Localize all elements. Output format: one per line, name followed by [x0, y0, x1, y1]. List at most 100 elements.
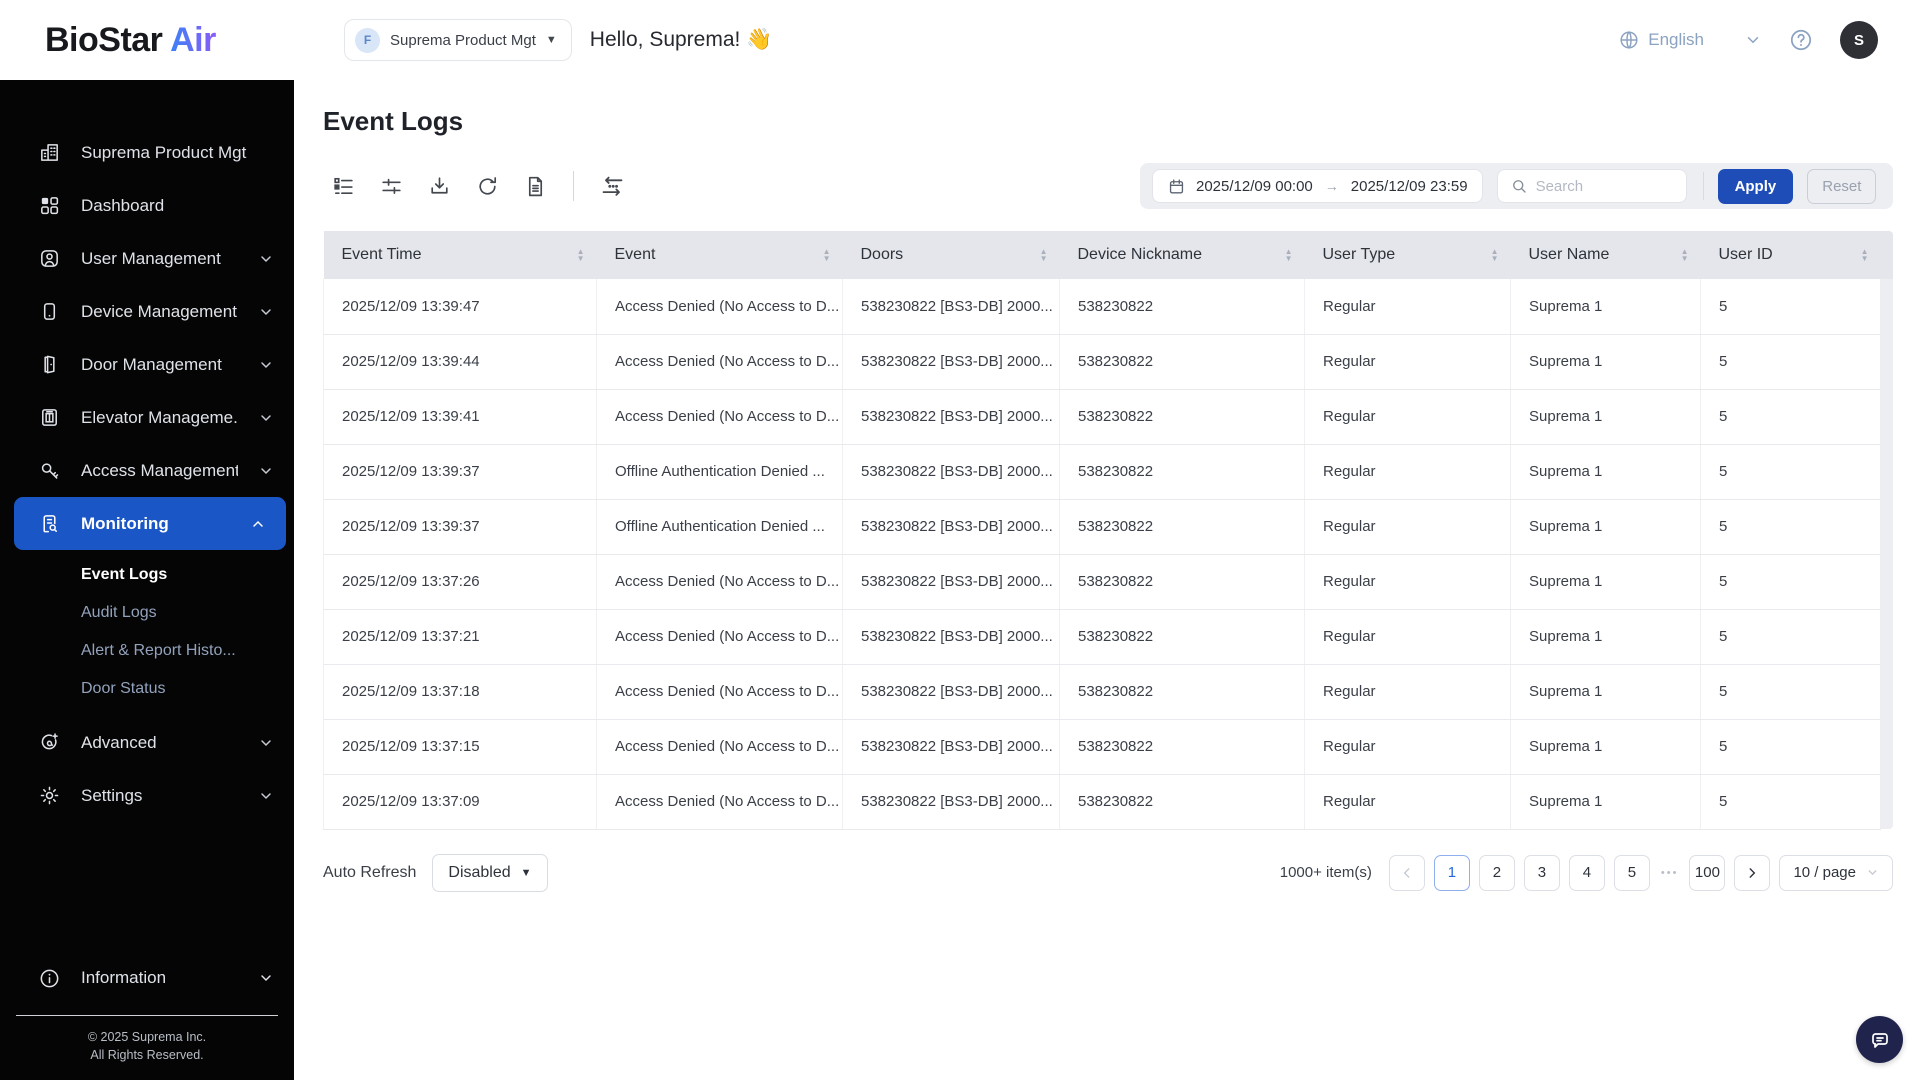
table-cell: 538230822 — [1059, 499, 1305, 555]
apply-button[interactable]: Apply — [1717, 168, 1794, 204]
sidebar-item-device-management[interactable]: Device Management — [0, 285, 294, 338]
monitoring-icon — [38, 512, 61, 535]
sidebar-item-information[interactable]: Information — [0, 952, 294, 1005]
page-button-5[interactable]: 5 — [1613, 854, 1650, 891]
auto-refresh-dropdown[interactable]: Disabled ▼ — [432, 853, 548, 892]
caret-down-icon: ▼ — [545, 34, 557, 46]
table-cell: Suprema 1 — [1510, 444, 1701, 500]
sort-icon[interactable]: ▲ ▼ — [823, 248, 831, 263]
device-icon — [38, 300, 61, 323]
table-cell: Regular — [1304, 664, 1511, 720]
page-button-4[interactable]: 4 — [1568, 854, 1605, 891]
column-settings-icon[interactable] — [323, 166, 363, 206]
table-row[interactable]: 2025/12/09 13:39:37 Offline Authenticatio… — [323, 444, 1881, 500]
next-page-button[interactable] — [1734, 854, 1771, 891]
sidebar-item-label: Monitoring — [81, 513, 169, 533]
table-cell: 5 — [1700, 279, 1881, 335]
chat-button[interactable] — [1856, 1016, 1903, 1063]
table-cell: Suprema 1 — [1510, 279, 1701, 335]
chevron-down-icon — [258, 410, 274, 426]
column-header[interactable]: Device Nickname ▲ ▼ — [1059, 231, 1305, 279]
main-content: Event Logs 2025/12/09 00:00 → 2025/12/09… — [294, 80, 1920, 1080]
sidebar-item-label: Information — [81, 968, 167, 988]
sidebar-item-monitoring[interactable]: Monitoring — [14, 497, 286, 550]
column-header[interactable]: User Name ▲ ▼ — [1510, 231, 1701, 279]
table-row[interactable]: 2025/12/09 13:39:37 Offline Authenticatio… — [323, 499, 1881, 555]
sidebar-item-dashboard[interactable]: Dashboard — [0, 179, 294, 232]
sort-icon[interactable]: ▲ ▼ — [1040, 248, 1048, 263]
table-cell: Access Denied (No Access to D... — [596, 719, 843, 775]
table-cell: 5 — [1700, 719, 1881, 775]
sidebar-item-access-management[interactable]: Access Management — [0, 444, 294, 497]
column-header[interactable]: User Type ▲ ▼ — [1304, 231, 1511, 279]
sort-icon[interactable]: ▲ ▼ — [1285, 248, 1293, 263]
sidebar-item-advanced[interactable]: Advanced — [0, 716, 294, 769]
transfer-icon[interactable] — [592, 166, 632, 206]
chevron-down-icon[interactable] — [1744, 31, 1762, 49]
greeting-text: Hello, Suprema! 👋 — [589, 28, 773, 51]
dashboard-icon — [38, 194, 61, 217]
auto-refresh-label: Auto Refresh — [323, 863, 417, 881]
sidebar-item-user-management[interactable]: User Management — [0, 232, 294, 285]
help-icon[interactable] — [1788, 27, 1814, 53]
pagination-pages: 12345 — [1433, 854, 1650, 891]
filter-icon[interactable] — [371, 166, 411, 206]
table-row[interactable]: 2025/12/09 13:37:15 Access Denied (No Acc… — [323, 719, 1881, 775]
table-cell: Access Denied (No Access to D... — [596, 609, 843, 665]
date-range-picker[interactable]: 2025/12/09 00:00 → 2025/12/09 23:59 — [1152, 169, 1483, 203]
column-header[interactable]: Event ▲ ▼ — [596, 231, 843, 279]
table-row[interactable]: 2025/12/09 13:37:21 Access Denied (No Acc… — [323, 609, 1881, 665]
table-scrollbar[interactable] — [1880, 231, 1893, 829]
column-header[interactable]: Event Time ▲ ▼ — [323, 231, 597, 279]
sort-icon[interactable]: ▲ ▼ — [1861, 248, 1869, 263]
report-icon[interactable] — [515, 166, 555, 206]
table-header-row: Event Time ▲ ▼ Event ▲ ▼ Doors ▲ ▼ Device Nicknam… — [323, 231, 1881, 279]
table-cell: Access Denied (No Access to D... — [596, 279, 843, 335]
event-logs-table: Event Time ▲ ▼ Event ▲ ▼ Doors ▲ ▼ Device Nicknam… — [323, 231, 1893, 830]
submenu-item-door-status[interactable]: Door Status — [0, 670, 294, 708]
table-row[interactable]: 2025/12/09 13:39:47 Access Denied (No Acc… — [323, 279, 1881, 335]
page-button-3[interactable]: 3 — [1523, 854, 1560, 891]
organization-selector[interactable]: F Suprema Product Mgt ▼ — [344, 19, 572, 61]
column-header[interactable]: Doors ▲ ▼ — [842, 231, 1060, 279]
table-cell: 5 — [1700, 499, 1881, 555]
app-logo: BioStar Air — [0, 21, 294, 60]
user-avatar[interactable]: S — [1840, 21, 1878, 59]
table-row[interactable]: 2025/12/09 13:37:18 Access Denied (No Acc… — [323, 664, 1881, 720]
last-page-button[interactable]: 100 — [1689, 854, 1726, 891]
logo-text-primary: BioStar — [45, 20, 163, 59]
sidebar-item-door-management[interactable]: Door Management — [0, 338, 294, 391]
submenu-item-alert-report-history[interactable]: Alert & Report Histo... — [0, 632, 294, 670]
sort-icon[interactable]: ▲ ▼ — [1681, 248, 1689, 263]
search-input[interactable] — [1535, 177, 1656, 195]
table-cell: 538230822 [BS3-DB] 2000... — [842, 774, 1060, 830]
table-cell: Regular — [1304, 389, 1511, 445]
table-row[interactable]: 2025/12/09 13:39:41 Access Denied (No Acc… — [323, 389, 1881, 445]
page-button-2[interactable]: 2 — [1478, 854, 1515, 891]
logo-text-accent: Air — [170, 20, 216, 59]
sort-icon[interactable]: ▲ ▼ — [577, 248, 585, 263]
page-button-1[interactable]: 1 — [1433, 854, 1470, 891]
sort-icon[interactable]: ▲ ▼ — [1491, 248, 1499, 263]
auto-refresh-control: Auto Refresh Disabled ▼ — [323, 853, 548, 892]
pagination-ellipsis[interactable]: ••• — [1659, 867, 1681, 879]
column-header[interactable]: User ID ▲ ▼ — [1700, 231, 1881, 279]
sidebar-item-settings[interactable]: Settings — [0, 769, 294, 822]
column-header-label: Event Time — [341, 246, 422, 263]
sidebar-item-elevator-management[interactable]: Elevator Manageme... — [0, 391, 294, 444]
table-cell: 5 — [1700, 774, 1881, 830]
submenu-item-audit-logs[interactable]: Audit Logs — [0, 594, 294, 632]
refresh-icon[interactable] — [467, 166, 507, 206]
previous-page-button[interactable] — [1388, 854, 1425, 891]
table-row[interactable]: 2025/12/09 13:37:09 Access Denied (No Acc… — [323, 774, 1881, 830]
table-row[interactable]: 2025/12/09 13:39:44 Access Denied (No Acc… — [323, 334, 1881, 390]
table-cell: 538230822 — [1059, 719, 1305, 775]
sidebar-item-suprema-product-mgt[interactable]: Suprema Product Mgt — [0, 126, 294, 179]
submenu-item-event-logs[interactable]: Event Logs — [0, 556, 294, 594]
page-size-selector[interactable]: 10 / page — [1779, 854, 1893, 891]
table-row[interactable]: 2025/12/09 13:37:26 Access Denied (No Acc… — [323, 554, 1881, 610]
table-cell: Offline Authentication Denied ... — [596, 499, 843, 555]
language-selector[interactable]: English — [1618, 29, 1704, 51]
download-icon[interactable] — [419, 166, 459, 206]
reset-button[interactable]: Reset — [1807, 168, 1877, 204]
